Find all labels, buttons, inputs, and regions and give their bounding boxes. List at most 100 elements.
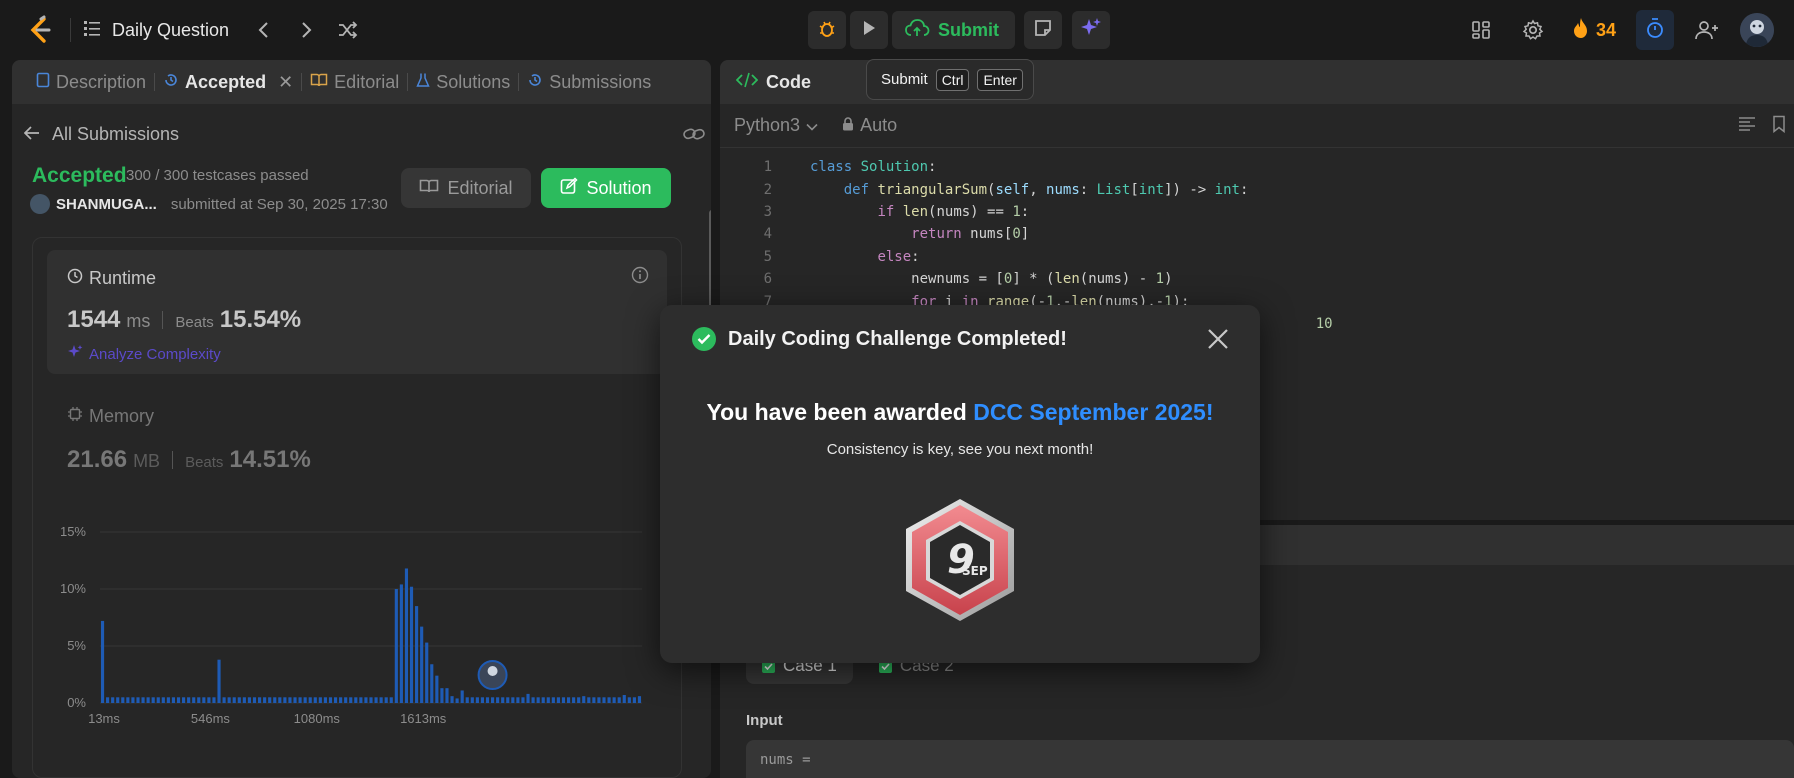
bar[interactable] (308, 697, 312, 703)
bar[interactable] (339, 697, 343, 703)
bar[interactable] (313, 697, 317, 703)
bar[interactable] (572, 697, 576, 703)
bar[interactable] (399, 584, 403, 703)
bar[interactable] (293, 697, 297, 703)
bar[interactable] (227, 697, 231, 703)
bar[interactable] (207, 697, 211, 703)
bar[interactable] (100, 620, 105, 703)
bar[interactable] (268, 697, 272, 703)
bar[interactable] (556, 697, 560, 703)
bar[interactable] (430, 664, 434, 703)
bar[interactable] (435, 675, 439, 703)
bar[interactable] (111, 697, 115, 703)
bar[interactable] (546, 697, 550, 703)
bar[interactable] (182, 697, 186, 703)
bar[interactable] (384, 697, 388, 703)
bar[interactable] (394, 589, 398, 703)
runtime-distribution-chart[interactable]: 15% 10% 5% 0%13ms 546ms 1080ms 1613ms (12, 60, 711, 778)
bar[interactable] (354, 697, 358, 703)
bar[interactable] (450, 696, 454, 703)
user-avatar[interactable] (1740, 13, 1774, 47)
bar[interactable] (531, 697, 535, 703)
add-friend-icon[interactable] (1688, 10, 1726, 50)
bar[interactable] (333, 697, 338, 703)
bar[interactable] (171, 697, 176, 703)
bar[interactable] (506, 697, 510, 703)
bar[interactable] (161, 697, 165, 703)
bar[interactable] (298, 697, 302, 703)
bar[interactable] (541, 697, 545, 703)
shuffle-icon[interactable] (332, 14, 364, 46)
bar[interactable] (632, 697, 636, 703)
bar[interactable] (521, 697, 525, 703)
bar[interactable] (496, 697, 500, 703)
bar[interactable] (465, 697, 469, 703)
bookmark-icon[interactable] (1772, 115, 1786, 138)
bar[interactable] (141, 697, 145, 703)
problem-list-button[interactable]: Daily Question (82, 14, 229, 46)
bar[interactable] (612, 697, 616, 703)
language-select[interactable]: Python3 (734, 115, 818, 136)
bar[interactable] (146, 697, 150, 703)
bar[interactable] (607, 697, 611, 703)
bar[interactable] (192, 697, 196, 703)
timer-button[interactable] (1636, 10, 1674, 50)
next-question-icon[interactable] (290, 14, 322, 46)
streak-counter[interactable]: 34 (1566, 17, 1622, 44)
bar[interactable] (212, 697, 216, 703)
bar[interactable] (217, 659, 221, 703)
close-icon[interactable] (1204, 325, 1232, 353)
bar[interactable] (374, 697, 378, 703)
bar[interactable] (445, 688, 449, 703)
bar[interactable] (455, 698, 459, 703)
bar[interactable] (516, 697, 520, 703)
bar[interactable] (252, 697, 257, 703)
bar[interactable] (136, 697, 140, 703)
bar[interactable] (349, 697, 353, 703)
bar[interactable] (460, 690, 464, 703)
bar[interactable] (511, 697, 515, 703)
bar[interactable] (561, 697, 566, 703)
prev-question-icon[interactable] (248, 14, 280, 46)
bar[interactable] (577, 697, 581, 703)
bar[interactable] (379, 697, 383, 703)
bar[interactable] (247, 697, 252, 703)
bar[interactable] (490, 697, 495, 703)
bar[interactable] (328, 697, 333, 703)
bar[interactable] (440, 688, 444, 703)
bar[interactable] (551, 697, 555, 703)
bar[interactable] (283, 697, 287, 703)
bar[interactable] (131, 697, 135, 703)
bar[interactable] (627, 697, 631, 703)
bar[interactable] (526, 693, 530, 703)
input-box[interactable]: nums = (746, 740, 1794, 778)
bar[interactable] (409, 586, 414, 703)
bar[interactable] (232, 697, 236, 703)
bar[interactable] (176, 697, 181, 703)
bar[interactable] (344, 697, 348, 703)
bar[interactable] (197, 697, 201, 703)
bar[interactable] (404, 568, 409, 703)
bar[interactable] (475, 697, 479, 703)
bar[interactable] (126, 697, 130, 703)
gear-icon[interactable] (1514, 10, 1552, 50)
bar[interactable] (106, 697, 110, 703)
bar[interactable] (278, 697, 282, 703)
bar[interactable] (389, 697, 393, 703)
bar[interactable] (622, 695, 626, 703)
bar[interactable] (420, 626, 424, 703)
bar[interactable] (257, 697, 262, 703)
bar[interactable] (501, 697, 505, 703)
leetcode-logo-icon[interactable] (24, 14, 56, 46)
notes-button[interactable] (1024, 11, 1062, 49)
run-button[interactable] (850, 11, 888, 49)
auto-mode[interactable]: Auto (842, 115, 897, 136)
layout-icon[interactable] (1462, 10, 1500, 50)
bar[interactable] (485, 697, 490, 703)
bar[interactable] (637, 696, 642, 703)
bar[interactable] (288, 697, 292, 703)
bar[interactable] (166, 697, 170, 703)
bar[interactable] (597, 697, 601, 703)
bar[interactable] (566, 697, 571, 703)
bar[interactable] (359, 697, 363, 703)
